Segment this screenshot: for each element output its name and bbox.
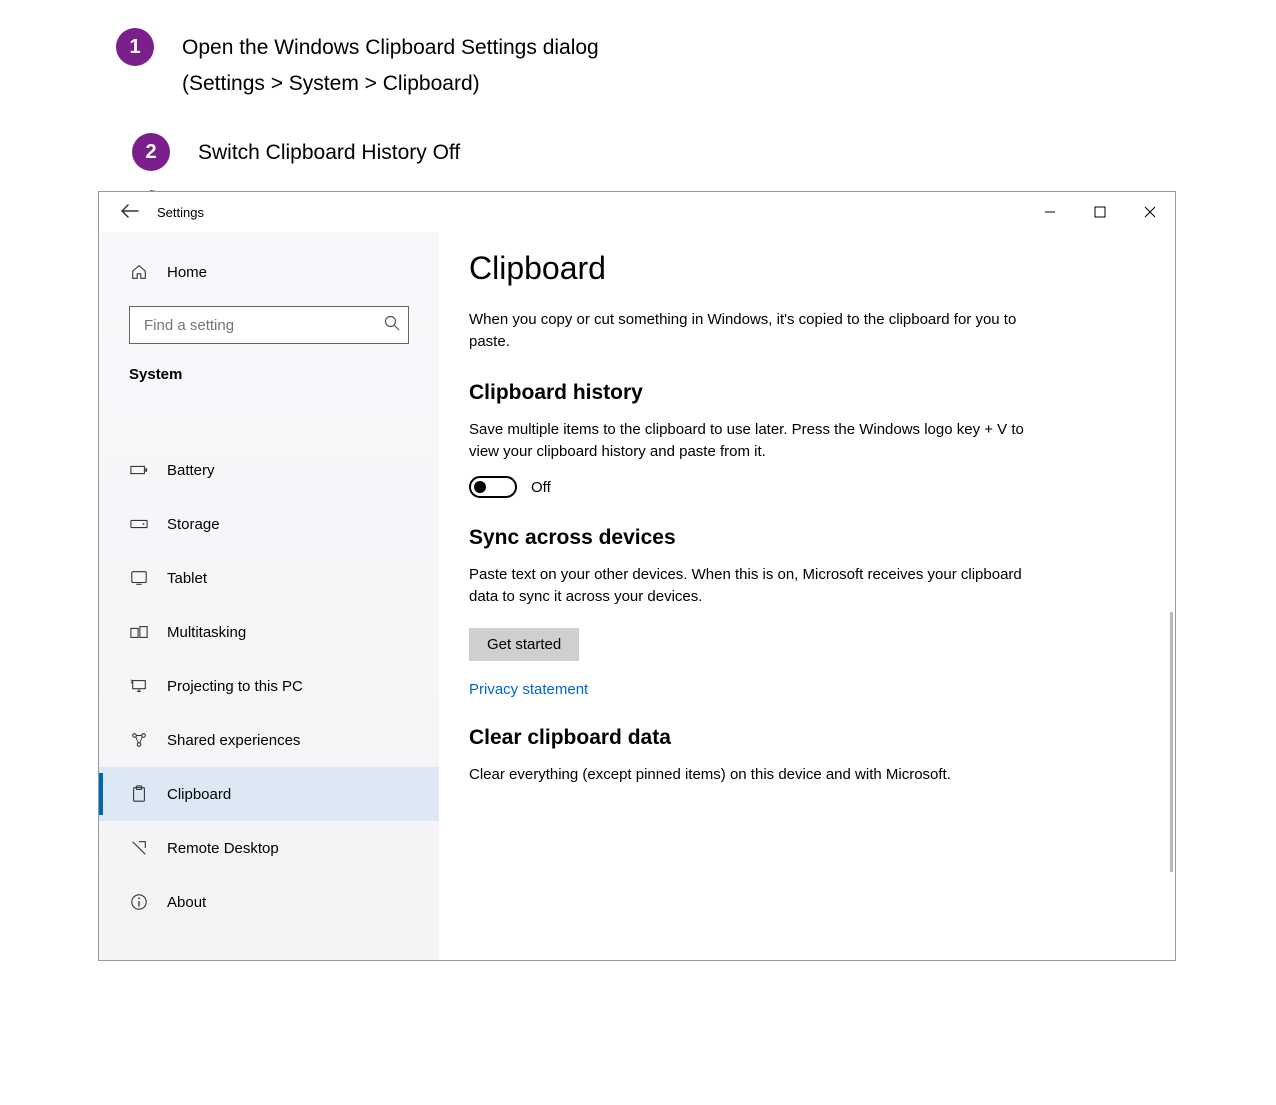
- battery-icon: [129, 461, 149, 479]
- multitask-icon: [129, 623, 149, 641]
- remote-icon: [129, 839, 149, 857]
- sidebar-item-tablet[interactable]: Tablet: [99, 551, 439, 605]
- tablet-icon: [129, 569, 149, 587]
- instruction-1-line1: Open the Windows Clipboard Settings dial…: [182, 30, 599, 66]
- clipboard-intro: When you copy or cut something in Window…: [469, 309, 1029, 353]
- instruction-2-text: Switch Clipboard History Off: [198, 133, 460, 171]
- shared-icon: [129, 731, 149, 749]
- about-icon: [129, 893, 149, 911]
- window-titlebar: Settings: [99, 192, 1175, 232]
- maximize-button[interactable]: [1075, 192, 1125, 232]
- sync-heading: Sync across devices: [469, 526, 1135, 550]
- history-desc: Save multiple items to the clipboard to …: [469, 419, 1029, 463]
- instruction-step-2: 2 Switch Clipboard History Off: [132, 133, 1236, 171]
- sidebar-item-label: About: [167, 894, 206, 911]
- window-title: Settings: [157, 205, 1025, 220]
- sidebar-item-label: Tablet: [167, 570, 207, 587]
- sidebar-item-label: Shared experiences: [167, 732, 300, 749]
- toggle-knob: [474, 481, 486, 493]
- search-icon: [384, 315, 400, 335]
- sidebar-item-project[interactable]: Projecting to this PC: [99, 659, 439, 713]
- step-badge-1: 1: [116, 28, 154, 66]
- sidebar-item-about[interactable]: About: [99, 875, 439, 929]
- sidebar-item-multitask[interactable]: Multitasking: [99, 605, 439, 659]
- clear-desc: Clear everything (except pinned items) o…: [469, 764, 1029, 786]
- project-icon: [129, 677, 149, 695]
- sidebar-item-label: Projecting to this PC: [167, 678, 303, 695]
- history-toggle-label: Off: [531, 479, 551, 496]
- privacy-link[interactable]: Privacy statement: [469, 681, 588, 698]
- step-badge-2: 2: [132, 133, 170, 171]
- minimize-button[interactable]: [1025, 192, 1075, 232]
- sidebar-item-label: Multitasking: [167, 624, 246, 641]
- sidebar-item-remote[interactable]: Remote Desktop: [99, 821, 439, 875]
- sidebar-category: System: [99, 352, 439, 403]
- clipboard-icon: [129, 785, 149, 803]
- settings-window: Settings Home: [98, 191, 1176, 961]
- storage-icon: [129, 515, 149, 533]
- sidebar-item-shared[interactable]: Shared experiences: [99, 713, 439, 767]
- home-icon: [129, 263, 149, 281]
- settings-content: Clipboard When you copy or cut something…: [439, 232, 1175, 960]
- instruction-step-1: 1 Open the Windows Clipboard Settings di…: [116, 28, 1236, 101]
- sidebar-item-label: Battery: [167, 462, 215, 479]
- history-toggle[interactable]: [469, 476, 517, 498]
- close-button[interactable]: [1125, 192, 1175, 232]
- clear-heading: Clear clipboard data: [469, 726, 1135, 750]
- sidebar-item-storage[interactable]: Storage: [99, 497, 439, 551]
- settings-sidebar: Home System Battery Storage Tablet Multitas…: [99, 232, 439, 960]
- get-started-button[interactable]: Get started: [469, 628, 579, 661]
- instruction-1-text: Open the Windows Clipboard Settings dial…: [182, 28, 599, 101]
- back-button[interactable]: [113, 198, 147, 227]
- sidebar-home-label: Home: [167, 264, 207, 281]
- sidebar-item-label: Storage: [167, 516, 220, 533]
- search-input[interactable]: [142, 316, 384, 335]
- content-scrollbar[interactable]: [1170, 612, 1173, 872]
- sidebar-item-clipboard[interactable]: Clipboard: [99, 767, 439, 821]
- sidebar-item-battery[interactable]: Battery: [99, 443, 439, 497]
- page-heading: Clipboard: [469, 250, 1135, 287]
- sidebar-item-label: Clipboard: [167, 786, 231, 803]
- sidebar-home[interactable]: Home: [99, 248, 439, 296]
- search-input-wrap[interactable]: [129, 306, 409, 344]
- sync-desc: Paste text on your other devices. When t…: [469, 564, 1029, 608]
- instruction-1-line2: (Settings > System > Clipboard): [182, 66, 599, 102]
- history-heading: Clipboard history: [469, 381, 1135, 405]
- sidebar-item-label: Remote Desktop: [167, 840, 279, 857]
